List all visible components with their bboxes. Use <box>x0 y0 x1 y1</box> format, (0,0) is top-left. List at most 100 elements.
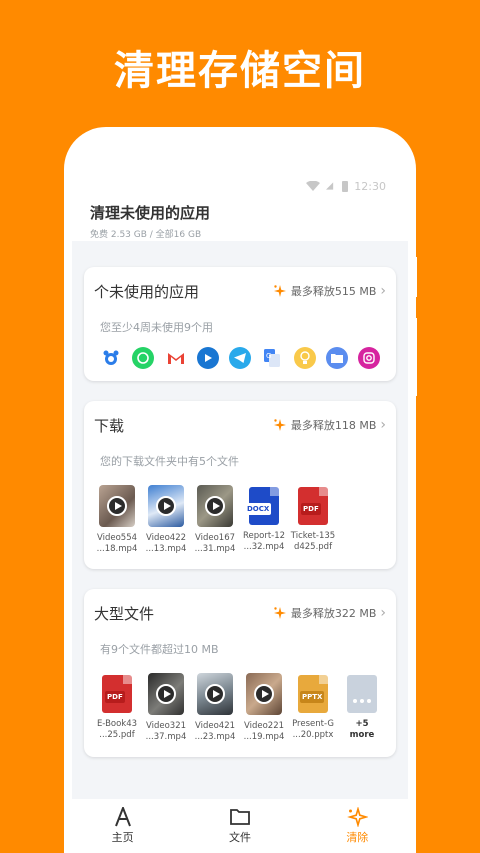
nav-files[interactable]: 文件 <box>210 807 270 845</box>
bottom-nav: 主页 文件 清除 <box>64 799 416 853</box>
files-icon <box>325 347 348 369</box>
file-item[interactable]: Video422 ...13.mp4 <box>145 485 187 555</box>
file-name: Video554 <box>96 533 138 543</box>
play-icon <box>254 684 274 704</box>
file-name-suffix: ...23.mp4 <box>194 732 236 742</box>
large-files-card[interactable]: 大型文件 最多释放322 MB › 有9个文件都超过10 MB PDF E-Bo… <box>84 589 396 757</box>
card-save-info[interactable]: 最多释放515 MB › <box>273 283 386 299</box>
file-name-suffix: ...13.mp4 <box>145 544 187 554</box>
nav-clean[interactable]: 清除 <box>327 807 387 845</box>
unused-apps-card[interactable]: 个未使用的应用 最多释放515 MB › 您至少4周未使用9个用 G <box>84 267 396 381</box>
file-name-suffix: ...31.mp4 <box>194 544 236 554</box>
file-name-suffix: ...32.mp4 <box>243 542 285 552</box>
play-icon <box>107 496 127 516</box>
chevron-right-icon: › <box>380 605 386 621</box>
app-header: 清理未使用的应用 免费 2.53 GB / 全部16 GB <box>90 202 406 240</box>
file-row: Video554 ...18.mp4 Video422 ...13.mp4 Vide… <box>96 485 386 555</box>
docx-icon: DOCX <box>245 487 279 525</box>
file-name-suffix: ...25.pdf <box>99 730 135 740</box>
play-icon <box>156 684 176 704</box>
chevron-right-icon: › <box>380 417 386 433</box>
file-name: E-Book43 <box>96 719 138 729</box>
file-item[interactable]: Video421 ...23.mp4 <box>194 673 236 743</box>
play-icon <box>205 684 225 704</box>
nav-label: 文件 <box>228 831 251 844</box>
main-content: 个未使用的应用 最多释放515 MB › 您至少4周未使用9个用 G 下载 最多… <box>72 241 408 853</box>
chevron-right-icon: › <box>380 283 386 299</box>
file-item[interactable]: DOCX Report-12 ...32.mp4 <box>243 485 285 555</box>
file-name-suffix: ...20.pptx <box>292 730 334 740</box>
card-save-info[interactable]: 最多释放118 MB › <box>273 417 386 433</box>
whatsapp-icon <box>132 347 155 369</box>
more-count: +5 <box>355 719 369 729</box>
svg-text:G: G <box>266 352 271 360</box>
status-time: 12:30 <box>354 179 386 193</box>
file-item[interactable]: PDF Ticket-135 d425.pdf <box>290 485 336 555</box>
nav-label: 主页 <box>111 831 134 844</box>
save-amount: 最多释放322 MB <box>290 607 377 620</box>
sparkle-icon <box>347 807 369 827</box>
telegram-icon <box>229 347 251 369</box>
file-row: PDF E-Book43 ...25.pdf Video321 ...37.mp4 … <box>96 673 386 743</box>
pdf-icon: PDF <box>298 487 328 525</box>
video-thumbnail <box>148 485 184 527</box>
sparkle-icon <box>273 285 286 297</box>
file-item[interactable]: Video167 ...31.mp4 <box>194 485 236 555</box>
file-item[interactable]: PPTX Present-G ...20.pptx <box>292 673 334 743</box>
file-item[interactable]: Video221 ...19.mp4 <box>243 673 285 743</box>
bulb-icon <box>293 347 316 369</box>
card-title: 下载 <box>94 416 125 435</box>
sparkle-icon <box>273 419 286 431</box>
card-description: 有9个文件都超过10 MB <box>100 643 219 656</box>
file-type-tag: DOCX <box>245 503 272 515</box>
storage-info: 免费 2.53 GB / 全部16 GB <box>90 230 202 240</box>
save-amount: 最多释放118 MB <box>290 419 377 432</box>
phone-screen: 12:30 清理未使用的应用 免费 2.53 GB / 全部16 GB 个未使用… <box>64 127 416 853</box>
file-item[interactable]: Video554 ...18.mp4 <box>96 485 138 555</box>
card-title: 大型文件 <box>94 604 155 623</box>
file-name-suffix: ...18.mp4 <box>96 544 138 554</box>
video-thumbnail <box>197 673 233 715</box>
card-save-info[interactable]: 最多释放322 MB › <box>273 605 386 621</box>
file-name-suffix: d425.pdf <box>293 542 333 552</box>
page-title: 清理未使用的应用 <box>90 204 211 222</box>
sparkle-icon <box>273 607 286 619</box>
gmail-icon <box>165 347 187 369</box>
file-type-tag: PPTX <box>300 691 325 703</box>
card-description: 您至少4周未使用9个用 <box>100 321 213 334</box>
generic-file-icon <box>347 675 377 713</box>
pdf-icon: PDF <box>102 675 132 713</box>
card-title: 个未使用的应用 <box>94 282 200 301</box>
video-thumbnail <box>246 673 282 715</box>
instagram-icon <box>358 347 380 369</box>
banner-title: 清理存储空间 <box>114 48 366 94</box>
file-name: Report-12 <box>242 531 286 541</box>
nav-home[interactable]: 主页 <box>93 807 153 845</box>
file-name: Ticket-135 <box>290 531 336 541</box>
video-thumbnail <box>99 485 135 527</box>
file-type-tag: PDF <box>301 503 321 515</box>
home-icon <box>114 807 131 827</box>
file-type-tag: PDF <box>105 691 125 703</box>
file-item[interactable]: Video321 ...37.mp4 <box>145 673 187 743</box>
status-bar: 12:30 <box>306 179 386 193</box>
downloads-card[interactable]: 下载 最多释放118 MB › 您的下载文件夹中有5个文件 Video554..… <box>84 401 396 569</box>
file-name: Video421 <box>194 721 236 731</box>
file-name: Present-G <box>292 719 334 729</box>
file-item[interactable]: PDF E-Book43 ...25.pdf <box>96 673 138 743</box>
more-label: more <box>349 730 375 740</box>
file-name: Video167 <box>194 533 236 543</box>
save-amount: 最多释放515 MB <box>290 285 377 298</box>
nav-label: 清除 <box>346 831 369 844</box>
play-icon <box>205 496 225 516</box>
card-description: 您的下载文件夹中有5个文件 <box>100 455 239 468</box>
wifi-icon <box>306 181 321 191</box>
alarm-icon <box>100 347 122 369</box>
play-icon <box>196 347 219 369</box>
file-name: Video422 <box>145 533 187 543</box>
video-thumbnail <box>148 673 184 715</box>
file-name-suffix: ...19.mp4 <box>243 732 285 742</box>
app-icon-row: G <box>100 347 380 369</box>
more-files-item[interactable]: +5 more <box>341 673 383 743</box>
battery-icon <box>342 180 349 192</box>
